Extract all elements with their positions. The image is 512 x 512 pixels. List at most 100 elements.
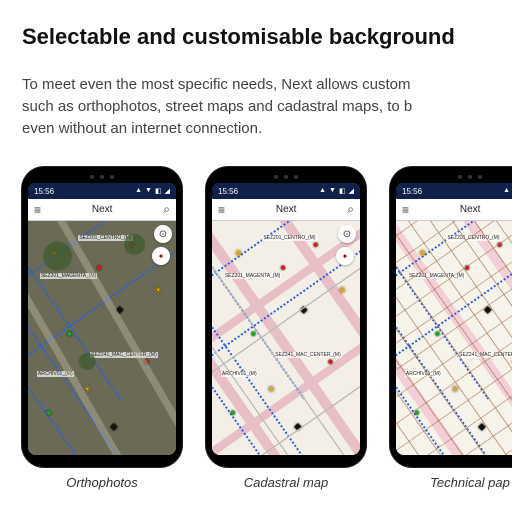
- map-marker[interactable]: ◆: [478, 422, 486, 433]
- map-label: SEZ201_CENTRO_(M): [262, 235, 316, 241]
- map-marker[interactable]: ●: [66, 328, 72, 339]
- route-line: [28, 247, 176, 363]
- route-line: [212, 311, 317, 455]
- route-line: [396, 251, 489, 400]
- map-marker[interactable]: ✳: [338, 286, 346, 297]
- phone-caption: Cadastral map: [244, 475, 329, 490]
- route-line: [396, 221, 512, 283]
- map-marker[interactable]: ◆: [300, 305, 308, 316]
- section-description: To meet even the most specific needs, Ne…: [22, 74, 512, 139]
- status-bar: 15:56 ▲▼◧◢: [28, 183, 176, 199]
- map-label: ARCHIV01_(M): [221, 371, 258, 377]
- phone-caption: Technical pap: [430, 475, 510, 490]
- map-marker[interactable]: ◆: [116, 305, 124, 316]
- compass-button[interactable]: ✦: [152, 247, 170, 265]
- status-time: 15:56: [34, 187, 54, 196]
- app-title: Next: [225, 204, 347, 215]
- map-marker[interactable]: ✳: [154, 286, 162, 297]
- phone-mockup: 15:56▲▼◧◢≡Next⌕✳●●◆✳●●◆✳●SEZ201_MAGENTA_…: [206, 167, 366, 467]
- status-bar: 15:56▲▼◧◢: [396, 183, 512, 199]
- section-heading: Selectable and customisable background: [22, 24, 512, 50]
- map-marker[interactable]: ◆: [484, 305, 492, 316]
- app-title: Next: [41, 204, 163, 215]
- locate-button[interactable]: ⊙: [338, 225, 356, 243]
- phone-row: 15:56▲▼◧◢≡Next⌕✳●●◆✳●●◆✳●SEZ201_MAGENTA_…: [22, 167, 512, 490]
- search-icon[interactable]: ⌕: [347, 202, 354, 217]
- phone-column: 15:56▲▼◧◢≡Next⌕✳●●◆✳●●◆✳●SEZ201_MAGENTA_…: [390, 167, 512, 490]
- map-label: SEZ241_MAC_CENTER_(M): [90, 352, 158, 358]
- phone-caption: Orthophotos: [66, 475, 138, 490]
- map-marker[interactable]: ●: [414, 408, 420, 419]
- map-area[interactable]: ✳●●◆✳●●◆✳●SEZ201_MAGENTA_(M)SEZ201_CENTR…: [212, 221, 360, 455]
- status-icons: ▲▼◧◢: [319, 187, 354, 195]
- map-marker[interactable]: ✳: [50, 249, 58, 260]
- map-label: SEZ201_MAGENTA_(M): [40, 273, 97, 279]
- map-overlay: ✳●●◆✳●●◆✳●SEZ201_MAGENTA_(M)SEZ201_CENTR…: [212, 221, 360, 455]
- map-marker[interactable]: ●: [327, 356, 333, 367]
- route-line: [212, 221, 360, 283]
- phone-sensors: [396, 175, 512, 179]
- route-line: [396, 371, 501, 455]
- map-label: ARCHIV01_(M): [37, 371, 74, 377]
- phone-screen: 15:56▲▼◧◢≡Next⌕✳●●◆✳●●◆✳●SEZ201_MAGENTA_…: [396, 183, 512, 455]
- phone-column: 15:56▲▼◧◢≡Next⌕✳●●◆✳●●◆✳●SEZ201_MAGENTA_…: [206, 167, 366, 490]
- status-bar: 15:56 ▲▼◧◢: [212, 183, 360, 199]
- phone-mockup: 15:56▲▼◧◢≡Next⌕✳●●◆✳●●◆✳●SEZ201_MAGENTA_…: [22, 167, 182, 467]
- map-marker[interactable]: ◆: [294, 422, 302, 433]
- map-marker[interactable]: ✳: [267, 384, 275, 395]
- phone-sensors: [212, 175, 360, 179]
- status-icons: ▲▼◧◢: [503, 187, 512, 195]
- app-bar: ≡Next⌕: [396, 199, 512, 221]
- route-line: [212, 251, 305, 400]
- map-marker[interactable]: ✳: [418, 249, 426, 260]
- map-marker[interactable]: ●: [250, 328, 256, 339]
- route-line: [396, 247, 512, 363]
- map-marker[interactable]: ✳: [451, 384, 459, 395]
- map-marker[interactable]: ●: [129, 239, 135, 250]
- map-area[interactable]: ✳●●◆✳●●◆✳●SEZ201_MAGENTA_(M)SEZ201_CENTR…: [28, 221, 176, 455]
- route-line: [212, 371, 317, 455]
- map-label: SEZ241_MAC_CENTER_(M): [458, 352, 512, 358]
- map-marker[interactable]: ●: [230, 408, 236, 419]
- map-marker[interactable]: ✳: [83, 384, 91, 395]
- locate-button[interactable]: ⊙: [154, 225, 172, 243]
- app-bar: ≡Next⌕: [28, 199, 176, 221]
- menu-icon[interactable]: ≡: [218, 203, 225, 217]
- map-label: SEZ201_MAGENTA_(M): [408, 273, 465, 279]
- app-bar: ≡Next⌕: [212, 199, 360, 221]
- phone-screen: 15:56▲▼◧◢≡Next⌕✳●●◆✳●●◆✳●SEZ201_MAGENTA_…: [212, 183, 360, 455]
- map-marker[interactable]: ●: [434, 328, 440, 339]
- map-marker[interactable]: ●: [46, 408, 52, 419]
- map-label: SEZ201_CENTRO_(M): [446, 235, 500, 241]
- search-icon[interactable]: ⌕: [163, 202, 170, 217]
- route-line: [212, 247, 360, 363]
- compass-button[interactable]: ✦: [336, 247, 354, 265]
- route-line: [396, 311, 501, 455]
- map-marker[interactable]: ●: [464, 263, 470, 274]
- map-marker[interactable]: ✳: [234, 249, 242, 260]
- map-label: SEZ201_CENTRO_(M): [78, 235, 132, 241]
- route-line: [28, 251, 121, 400]
- map-marker[interactable]: ●: [96, 263, 102, 274]
- map-label: ARCHIV01_(M): [405, 371, 442, 377]
- map-marker[interactable]: ●: [497, 239, 503, 250]
- map-overlay: ✳●●◆✳●●◆✳●SEZ201_MAGENTA_(M)SEZ201_CENTR…: [28, 221, 176, 455]
- map-marker[interactable]: ●: [280, 263, 286, 274]
- status-time: 15:56: [218, 187, 238, 196]
- phone-mockup: 15:56▲▼◧◢≡Next⌕✳●●◆✳●●◆✳●SEZ201_MAGENTA_…: [390, 167, 512, 467]
- map-marker[interactable]: ●: [143, 356, 149, 367]
- map-marker[interactable]: ◆: [110, 422, 118, 433]
- app-title: Next: [409, 204, 512, 215]
- status-icons: ▲▼◧◢: [135, 187, 170, 195]
- menu-icon[interactable]: ≡: [402, 203, 409, 217]
- phone-screen: 15:56▲▼◧◢≡Next⌕✳●●◆✳●●◆✳●SEZ201_MAGENTA_…: [28, 183, 176, 455]
- route-line: [28, 311, 133, 455]
- menu-icon[interactable]: ≡: [34, 203, 41, 217]
- map-marker[interactable]: ●: [313, 239, 319, 250]
- route-line: [28, 371, 133, 455]
- map-label: SEZ201_MAGENTA_(M): [224, 273, 281, 279]
- phone-sensors: [28, 175, 176, 179]
- route-line: [28, 221, 176, 283]
- map-overlay: ✳●●◆✳●●◆✳●SEZ201_MAGENTA_(M)SEZ201_CENTR…: [396, 221, 512, 455]
- map-area[interactable]: ✳●●◆✳●●◆✳●SEZ201_MAGENTA_(M)SEZ201_CENTR…: [396, 221, 512, 455]
